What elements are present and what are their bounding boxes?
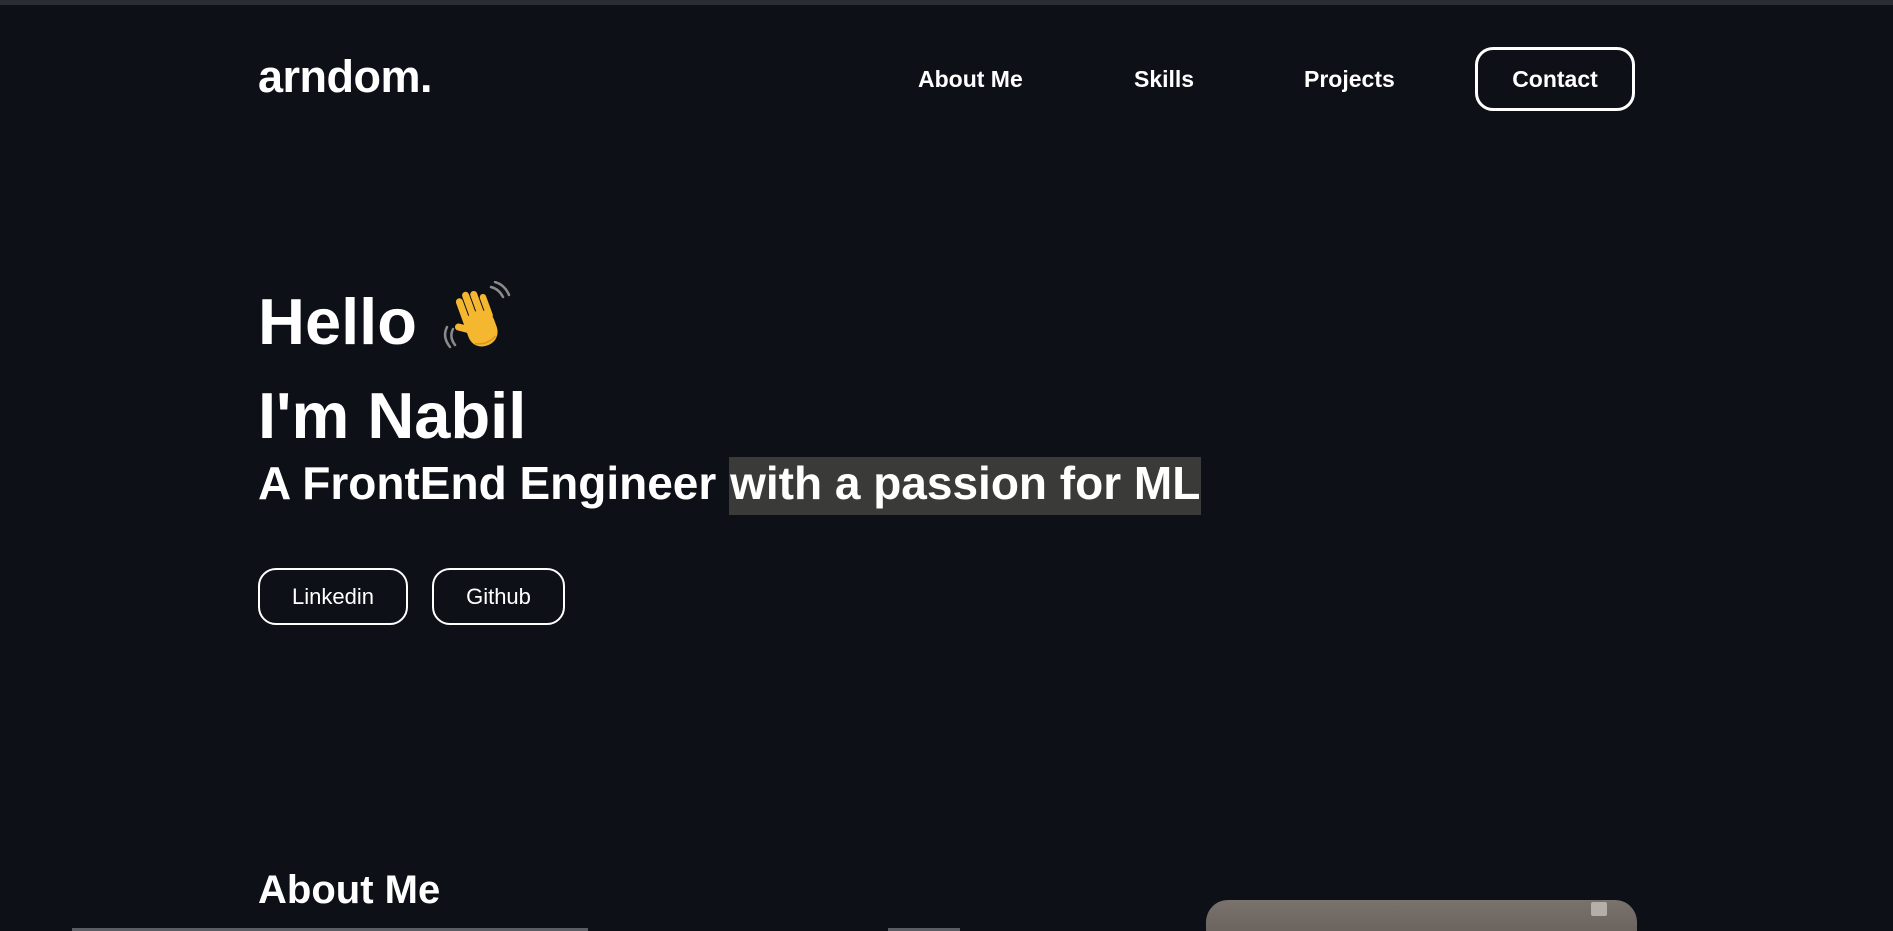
nav-link-about-me[interactable]: About Me <box>918 68 1023 91</box>
waving-hand-icon <box>439 280 519 361</box>
nav-link-projects[interactable]: Projects <box>1304 68 1395 91</box>
photo-detail <box>1591 902 1607 916</box>
site-logo[interactable]: arndom. <box>258 54 433 99</box>
contact-button[interactable]: Contact <box>1475 47 1635 111</box>
greeting-text: Hello <box>258 284 417 358</box>
hero-tagline: A FrontEnd Engineer with a passion for M… <box>258 457 1202 515</box>
tagline-highlight: with a passion for ML <box>729 457 1202 515</box>
about-photo <box>1206 900 1637 931</box>
hero-greeting: Hello <box>258 280 519 358</box>
hero-name: I'm Nabil <box>258 379 527 452</box>
nav-link-skills[interactable]: Skills <box>1134 68 1194 91</box>
tagline-text: A FrontEnd Engineer <box>258 457 730 509</box>
about-heading: About Me <box>258 868 441 912</box>
github-button[interactable]: Github <box>432 568 565 625</box>
linkedin-button[interactable]: Linkedin <box>258 568 408 625</box>
